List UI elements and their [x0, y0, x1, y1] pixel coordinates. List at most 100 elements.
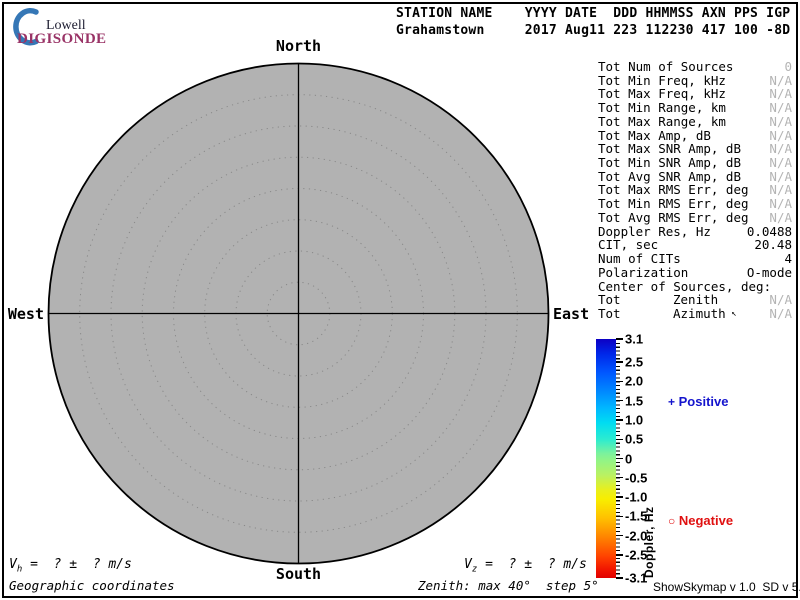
stats-label: Tot Num of Sources: [598, 60, 733, 74]
stats-value: N/A: [769, 183, 792, 197]
stats-label: Tot Avg RMS Err, deg: [598, 211, 749, 225]
colorbar-tick: [616, 400, 623, 401]
stats-row: Tot Max SNR Amp, dB N/A: [598, 142, 794, 156]
colorbar-tick-label: 2.5: [625, 355, 643, 370]
stats-row: Tot Avg SNR Amp, dB N/A: [598, 170, 794, 184]
vz-symbol: V: [464, 557, 472, 572]
colorbar-axis-title: Doppler, Hz: [642, 339, 656, 578]
legend-positive-label: Positive: [679, 394, 729, 409]
skymap-canvas: [47, 62, 550, 565]
stats-row: Tot Min SNR Amp, dB N/A: [598, 156, 794, 170]
vz-value: = ? ± ? m/s: [477, 557, 587, 572]
stats-label: Tot Min Freq, kHz: [598, 74, 726, 88]
colorbar-tick: [616, 458, 623, 459]
stats-row: Tot Num of Sources 0: [598, 60, 794, 74]
stats-value: N/A: [769, 197, 792, 211]
stats-value: N/A: [769, 101, 792, 115]
azimuth-arrow-icon: ↖: [726, 309, 737, 319]
stats-label: Tot Min RMS Err, deg: [598, 197, 749, 211]
stats-row: Tot Zenith N/A: [598, 293, 794, 307]
stats-label: Tot: [598, 293, 621, 307]
stats-row: Center of Sources, deg:: [598, 280, 794, 294]
colorbar-tick: [616, 516, 623, 517]
stats-row: Polarization O-mode: [598, 266, 794, 280]
negative-marker-icon: ○: [668, 514, 675, 528]
stats-value: N/A: [769, 170, 792, 184]
vz-readout: Vz = ? ± ? m/s: [464, 557, 587, 575]
colorbar-tick: [616, 338, 623, 339]
stats-label: Tot Max Amp, dB: [598, 129, 711, 143]
stats-value: N/A: [769, 211, 792, 225]
stats-value: N/A: [769, 156, 792, 170]
stats-label: CIT, sec: [598, 238, 658, 252]
stats-label: Tot Min Range, km: [598, 101, 726, 115]
stats-row: TotAzimuth ↖N/A: [598, 307, 794, 321]
stats-label: Tot Min SNR Amp, dB: [598, 156, 741, 170]
colorbar-tick: [616, 419, 623, 420]
colorbar-gradient: [596, 339, 616, 578]
version-label: ShowSkymap v 1.0 SD v 5.1: [653, 580, 800, 594]
compass-label-north: North: [47, 37, 550, 55]
legend-negative-label: Negative: [679, 513, 733, 528]
colorbar-tick: [616, 477, 623, 478]
stats-label: Tot Avg SNR Amp, dB: [598, 170, 741, 184]
stats-label: Num of CITs: [598, 252, 681, 266]
colorbar-tick-label: 2.0: [625, 374, 643, 389]
stats-value: N/A: [769, 129, 792, 143]
stats-value: 20.48: [754, 238, 792, 252]
stats-row: Tot Max RMS Err, deg N/A: [598, 183, 794, 197]
stats-mid-label: Zenith: [673, 293, 718, 307]
stats-value: 0.0488: [747, 225, 792, 239]
compass-label-west: West: [0, 305, 44, 323]
colorbar-tick: [616, 577, 623, 578]
colorbar-tick-label: 0.5: [625, 432, 643, 447]
colorbar-tick-label: 3.1: [625, 332, 643, 347]
vh-readout: Vh = ? ± ? m/s: [9, 557, 132, 575]
showskymap-window: Lowell DIGISONDE STATION NAME YYYY DATE …: [0, 0, 800, 600]
stats-label: Tot: [598, 307, 621, 321]
stats-label: Tot Max Range, km: [598, 115, 726, 129]
legend-negative: ○ Negative: [668, 513, 733, 528]
stats-row: Tot Min Range, km N/A: [598, 101, 794, 115]
colorbar-tick-label: 1.0: [625, 412, 643, 427]
stats-value: N/A: [769, 115, 792, 129]
colorbar-tick: [616, 381, 623, 382]
colorbar-tick: [616, 535, 623, 536]
stats-row: Num of CITs 4: [598, 252, 794, 266]
stats-mid-label: Azimuth ↖: [673, 307, 737, 324]
stats-row: Tot Avg RMS Err, deg N/A: [598, 211, 794, 225]
stats-row: Tot Min Freq, kHz N/A: [598, 74, 794, 88]
stats-label: Tot Max SNR Amp, dB: [598, 142, 741, 156]
stats-value: N/A: [769, 142, 792, 156]
vh-symbol: V: [9, 557, 17, 572]
stats-row: Tot Max Amp, dB N/A: [598, 129, 794, 143]
colorbar-tick: [616, 496, 623, 497]
station-header: STATION NAME YYYY DATE DDD HHMMSS AXN PP…: [396, 6, 790, 39]
positive-marker-icon: +: [668, 395, 675, 409]
vh-value: = ? ± ? m/s: [22, 557, 132, 572]
stats-label: Tot Max RMS Err, deg: [598, 183, 749, 197]
stats-row: CIT, sec 20.48: [598, 238, 794, 252]
skymap-plot: [47, 62, 550, 565]
station-header-labels: STATION NAME YYYY DATE DDD HHMMSS AXN PP…: [396, 6, 790, 21]
stats-row: Tot Max Freq, kHz N/A: [598, 87, 794, 101]
stats-panel: Tot Num of Sources0Tot Min Freq, kHzN/AT…: [598, 60, 794, 321]
doppler-colorbar: 3.12.52.01.51.00.50-0.5-1.0-1.5-2.0-2.5-…: [596, 339, 716, 589]
stats-label: Tot Max Freq, kHz: [598, 87, 726, 101]
stats-value: N/A: [769, 293, 792, 307]
stats-row: Tot Max Range, km N/A: [598, 115, 794, 129]
colorbar-tick: [616, 361, 623, 362]
stats-value: 0: [784, 60, 792, 74]
stats-value: N/A: [769, 74, 792, 88]
zenith-scale-label: Zenith: max 40° step 5°: [418, 578, 599, 593]
stats-value: O-mode: [747, 266, 792, 280]
stats-row: Doppler Res, Hz0.0488: [598, 225, 794, 239]
coordinates-mode-label: Geographic coordinates: [9, 578, 175, 593]
stats-label: Center of Sources, deg:: [598, 280, 771, 294]
stats-row: Tot Min RMS Err, deg N/A: [598, 197, 794, 211]
station-header-values: Grahamstown 2017 Aug11 223 112230 417 10…: [396, 23, 790, 38]
colorbar-tick: [616, 439, 623, 440]
stats-label: Polarization: [598, 266, 688, 280]
stats-value: 4: [784, 252, 792, 266]
stats-value: N/A: [769, 87, 792, 101]
